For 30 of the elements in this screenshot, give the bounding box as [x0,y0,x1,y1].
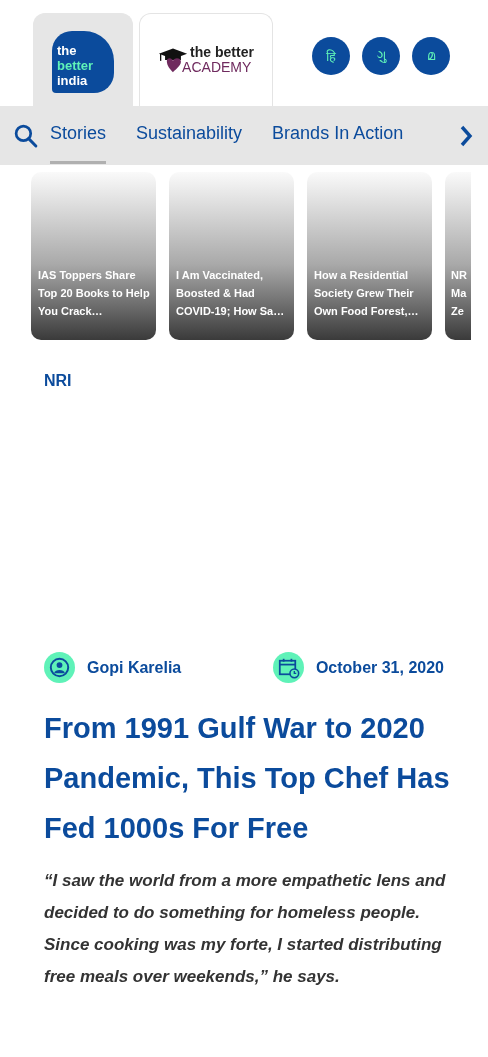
story-title: How a Residential Society Grew Their Own Food Forest,… [314,268,420,319]
story-card[interactable]: How a Residential Society Grew Their Own Food Forest,… [307,172,432,340]
story-card[interactable]: NR Ma Ze [445,172,471,340]
story-title: I Am Vaccinated, Boosted & Had COVID-19; How Sa… [176,268,286,319]
brand-tab[interactable]: the better ACADEMY [139,13,273,106]
language-button[interactable]: മ [412,37,450,75]
story-card[interactable]: IAS Toppers Share Top 20 Books to Help You Crack… [31,172,156,340]
nav-tab[interactable]: Stories [50,107,107,164]
article-headline: From 1991 Gulf War to 2020 Pandemic, This Top Chef Has Fed 1000s For Free [44,711,451,846]
story-card[interactable]: I Am Vaccinated, Boosted & Had COVID-19; How Sa… [169,172,294,340]
language-button[interactable]: ગુ [362,37,400,75]
language-button[interactable]: हि [312,37,350,75]
chevron-right-icon[interactable] [459,123,473,148]
story-title: IAS Toppers Share Top 20 Books to Help You Crack… [38,268,150,319]
calendar-clock-icon [272,652,304,683]
nav-tab[interactable]: Brands In Action [272,107,404,164]
logo-text: india [57,73,89,88]
search-icon[interactable] [13,123,38,148]
brand-tab[interactable]: the better india [33,13,133,106]
user-icon [44,652,75,683]
category-link[interactable]: NRI [44,372,72,390]
publish-date: October 31, 2020 [315,658,444,677]
story-title: NR Ma Ze [451,268,468,319]
logo-text: the better [190,45,254,60]
nav-tab[interactable]: Sustainability [136,107,243,164]
author-name[interactable]: Gopi Karelia [87,658,182,677]
article-excerpt: “I saw the world from a more empathetic lens and decided to do something for homeless people. Since cooking was my forte, I started distributing free meals over weekends,” he says. [44,870,447,988]
logo-text: ACADEMY [182,60,253,75]
logo-text: better [57,58,95,73]
logo-text: the [57,43,78,58]
